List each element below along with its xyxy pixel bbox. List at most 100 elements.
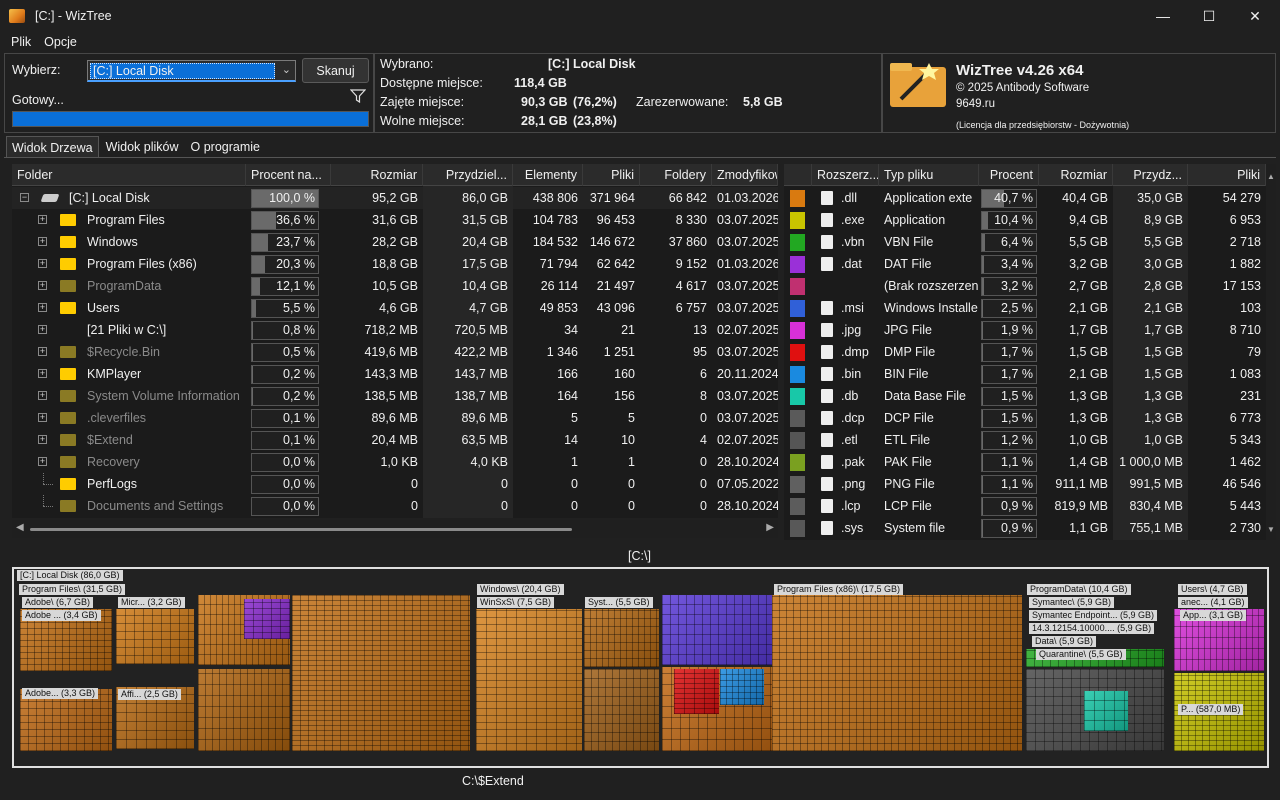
col-percent-header[interactable]: Procent [979,164,1039,186]
col-color-header[interactable] [784,164,812,186]
ext-row[interactable]: .dmp DMP File 1,7 % 1,5 GB 1,5 GB 79 [784,341,1266,363]
horizontal-scrollbar[interactable]: ◀ ▶ [12,520,778,538]
cell-alloc: 0 [423,495,513,517]
minimize-button[interactable]: — [1140,0,1186,32]
ext-row[interactable]: .png PNG File 1,1 % 911,1 MB 991,5 MB 46 546 [784,473,1266,495]
tree-row[interactable]: + $Extend 0,1 % 20,4 MB 63,5 MB 14 10 4 02.07.20… [12,429,778,451]
cell-items: 164 [557,389,578,403]
free-label: Wolne miejsce: [380,114,465,128]
cell-files: 1 882 [1229,257,1261,271]
tree-row[interactable]: PerfLogs 0,0 % 0 0 0 0 0 07.05.2022 [12,473,778,495]
folder-tree-table[interactable]: Folder Procent na... Rozmiar Przydziel... El… [12,164,778,518]
ext-row[interactable]: .db Data Base File 1,5 % 1,3 GB 1,3 GB 231 [784,385,1266,407]
col-files-header[interactable]: Pliki [583,164,640,186]
treemap-block[interactable] [292,595,470,751]
treemap-block[interactable] [116,609,194,664]
percent-text: 6,4 % [1001,235,1033,249]
tree-row[interactable]: + ProgramData 12,1 % 10,5 GB 10,4 GB 26 114 21… [12,275,778,297]
scroll-down-icon[interactable]: ▼ [1267,525,1275,534]
tree-row[interactable]: Documents and Settings 0,0 % 0 0 0 0 0 28.10.20… [12,495,778,517]
vertical-scrollbar[interactable]: ▲ ▼ [1266,164,1276,540]
tree-row[interactable]: + KMPlayer 0,2 % 143,3 MB 143,7 MB 166 160 6 20.… [12,363,778,385]
ext-row[interactable]: .bin BIN File 1,7 % 2,1 GB 1,5 GB 1 083 [784,363,1266,385]
ext-row[interactable]: .vbn VBN File 6,4 % 5,5 GB 5,5 GB 2 718 [784,231,1266,253]
ext-row[interactable]: .msi Windows Installe 2,5 % 2,1 GB 2,1 GB 103 [784,297,1266,319]
cell-type: Application [884,213,946,227]
filter-icon[interactable] [350,89,366,103]
tree-row[interactable]: + Program Files 36,6 % 31,6 GB 31,5 GB 104 78… [12,209,778,231]
treemap-block[interactable] [720,669,764,705]
col-items-header[interactable]: Elementy [513,164,583,186]
treemap-block[interactable] [244,599,290,639]
col-allocated-header[interactable]: Przydz... [1113,164,1188,186]
scroll-up-icon[interactable]: ▲ [1267,172,1275,181]
ext-row[interactable]: .sys System file 0,9 % 1,1 GB 755,1 MB 2 730 [784,517,1266,539]
col-ext-header[interactable]: Rozszerz... [812,164,879,186]
menu-opcje[interactable]: Opcje [44,35,77,49]
ext-row[interactable]: .pak PAK File 1,1 % 1,4 GB 1 000,0 MB 1 462 [784,451,1266,473]
tab-tree-view[interactable]: Widok Drzewa [6,136,99,158]
ext-row[interactable]: .lcp LCP File 0,9 % 819,9 MB 830,4 MB 5 443 [784,495,1266,517]
tree-row[interactable]: + Users 5,5 % 4,6 GB 4,7 GB 49 853 43 096 6 757… [12,297,778,319]
ext-row[interactable]: .exe Application 10,4 % 9,4 GB 8,9 GB 6 953 [784,209,1266,231]
tree-row[interactable]: − [C:] Local Disk 100,0 % 95,2 GB 86,0 GB 438… [12,187,778,209]
col-allocated-header[interactable]: Przydziel... [423,164,513,186]
expand-icon[interactable]: + [38,413,47,422]
treemap-block[interactable] [198,669,290,751]
tree-row[interactable]: + .cleverfiles 0,1 % 89,6 MB 89,6 MB 5 5 0 03.07… [12,407,778,429]
col-modified-header[interactable]: Zmodyfikow [712,164,778,186]
expand-icon[interactable]: + [38,435,47,444]
treemap-label: Windows\ (20,4 GB) [477,584,564,595]
expand-icon[interactable]: + [38,303,47,312]
treemap-block[interactable] [1084,691,1128,731]
scan-button[interactable]: Skanuj [302,58,369,83]
col-size-header[interactable]: Rozmiar [1039,164,1113,186]
tree-row[interactable]: + $Recycle.Bin 0,5 % 419,6 MB 422,2 MB 1 346 1… [12,341,778,363]
file-types-table[interactable]: Rozszerz... Typ pliku Procent Rozmiar Przydz… [784,164,1266,540]
tree-row[interactable]: + Program Files (x86) 20,3 % 18,8 GB 17,5 GB… [12,253,778,275]
ext-row[interactable]: .etl ETL File 1,2 % 1,0 GB 1,0 GB 5 343 [784,429,1266,451]
expand-icon[interactable]: + [38,457,47,466]
treemap[interactable]: [C:] Local Disk (86,0 GB) Program Files\ … [12,567,1269,768]
expand-icon[interactable]: + [38,347,47,356]
scroll-right-icon[interactable]: ▶ [766,522,774,533]
col-folder-header[interactable]: Folder [12,164,246,186]
treemap-block[interactable] [674,669,719,714]
ext-row[interactable]: (Brak rozszerzeni 3,2 % 2,7 GB 2,8 GB 17 153 [784,275,1266,297]
tree-row[interactable]: + Recovery 0,0 % 1,0 KB 4,0 KB 1 1 0 28.10.2024 [12,451,778,473]
treemap-block[interactable] [772,595,1022,751]
treemap-block[interactable] [662,595,772,665]
tree-row[interactable]: + [21 Pliki w C:\] 0,8 % 718,2 MB 720,5 MB 34… [12,319,778,341]
col-size-header[interactable]: Rozmiar [331,164,423,186]
scrollbar-thumb[interactable] [30,528,572,531]
ext-row[interactable]: .dat DAT File 3,4 % 3,2 GB 3,0 GB 1 882 [784,253,1266,275]
treemap-block[interactable] [476,609,582,751]
drive-select[interactable]: [C:] Local Disk ⌄ [87,60,296,82]
tree-row[interactable]: + Windows 23,7 % 28,2 GB 20,4 GB 184 532 146 6… [12,231,778,253]
col-percent-header[interactable]: Procent na... [246,164,331,186]
ext-row[interactable]: .dll Application exte 40,7 % 40,4 GB 35,0 GB… [784,187,1266,209]
col-type-header[interactable]: Typ pliku [879,164,979,186]
col-files-header[interactable]: Pliki [1188,164,1266,186]
tab-file-view[interactable]: Widok plików [101,136,184,158]
tree-row[interactable]: + System Volume Information 0,2 % 138,5 MB 1… [12,385,778,407]
collapse-icon[interactable]: − [20,193,29,202]
menu-plik[interactable]: Plik [11,35,31,49]
expand-icon[interactable]: + [38,325,47,334]
expand-icon[interactable]: + [38,237,47,246]
ext-row[interactable]: .dcp DCP File 1,5 % 1,3 GB 1,3 GB 6 773 [784,407,1266,429]
expand-icon[interactable]: + [38,259,47,268]
tab-about[interactable]: O programie [186,136,265,158]
close-button[interactable]: ✕ [1232,0,1278,32]
expand-icon[interactable]: + [38,281,47,290]
ext-row[interactable]: .jpg JPG File 1,9 % 1,7 GB 1,7 GB 8 710 [784,319,1266,341]
website-link[interactable]: 9649.ru [956,98,995,110]
maximize-button[interactable]: ☐ [1186,0,1232,32]
col-folders-header[interactable]: Foldery [640,164,712,186]
scroll-left-icon[interactable]: ◀ [16,522,24,533]
expand-icon[interactable]: + [38,215,47,224]
expand-icon[interactable]: + [38,369,47,378]
expand-icon[interactable]: + [38,391,47,400]
treemap-block[interactable] [584,609,659,667]
treemap-block[interactable] [584,669,659,751]
